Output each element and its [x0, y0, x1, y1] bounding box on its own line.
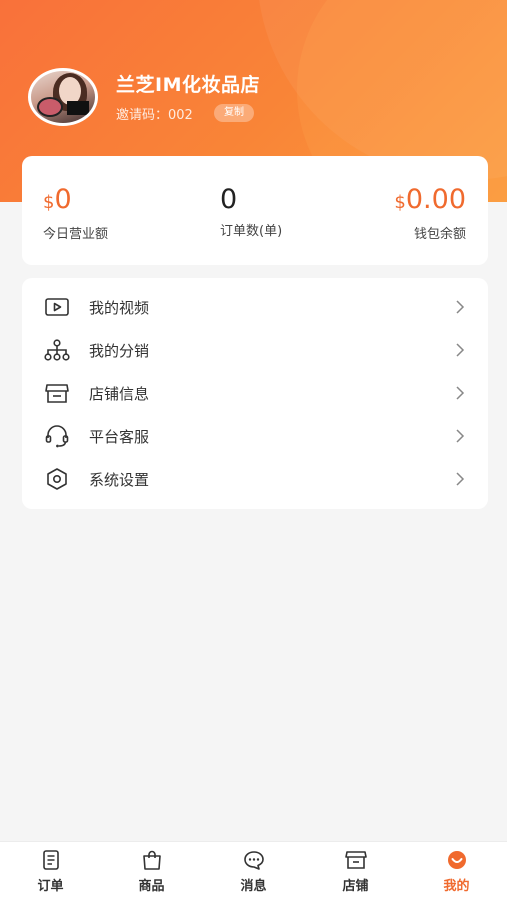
stat-label: 今日营业额 [43, 227, 109, 242]
menu-item-distribution[interactable]: 我的分销 [22, 329, 488, 371]
tab-label: 商品 [138, 879, 165, 894]
menu-item-label: 系统设置 [89, 471, 150, 489]
chevron-right-icon [456, 429, 465, 443]
tab-store[interactable]: 店铺 [305, 842, 406, 901]
stat-order-count[interactable]: 0 订单数(单) [220, 184, 282, 239]
stat-value: 0 [220, 184, 238, 215]
stats-card: $0 今日营业额 0 订单数(单) $0.00 钱包余额 [22, 156, 488, 265]
avatar-image [31, 71, 95, 123]
menu-item-videos[interactable]: 我的视频 [22, 286, 488, 328]
video-icon [45, 298, 69, 316]
stat-today-revenue[interactable]: $0 今日营业额 [43, 184, 108, 242]
settings-icon [47, 468, 67, 490]
shop-name: 兰芝IM化妆品店 [116, 74, 260, 96]
headset-icon [45, 425, 69, 448]
tab-label: 消息 [240, 879, 267, 894]
tab-products[interactable]: 商品 [101, 842, 202, 901]
order-icon [42, 850, 59, 870]
menu-item-label: 我的分销 [89, 342, 150, 360]
invite-code: 邀请码：002 [116, 108, 193, 123]
menu-item-store-info[interactable]: 店铺信息 [22, 372, 488, 414]
menu-item-settings[interactable]: 系统设置 [22, 458, 488, 500]
bag-icon [142, 850, 161, 870]
profile-icon [447, 851, 466, 869]
message-icon [243, 851, 264, 870]
chevron-right-icon [456, 300, 465, 314]
store-icon [45, 384, 69, 403]
menu-card: 我的视频 我的分销 店铺信息 平台客服 系统设置 [22, 278, 488, 509]
tab-label: 订单 [37, 879, 64, 894]
tab-label: 店铺 [342, 879, 369, 894]
tab-messages[interactable]: 消息 [203, 842, 304, 901]
stat-wallet-balance[interactable]: $0.00 钱包余额 [394, 184, 466, 242]
avatar[interactable] [28, 68, 98, 126]
chevron-right-icon [456, 343, 465, 357]
distribution-icon [44, 339, 70, 361]
bottom-tab-bar: 订单 商品 消息 店铺 我的 [0, 841, 507, 901]
stat-label: 订单数(单) [220, 224, 283, 239]
menu-item-label: 店铺信息 [89, 385, 150, 403]
stat-value: $0 [43, 184, 72, 215]
menu-item-label: 我的视频 [89, 299, 150, 317]
stat-label: 钱包余额 [413, 227, 466, 242]
chevron-right-icon [456, 472, 465, 486]
stat-value: $0.00 [394, 184, 466, 215]
menu-item-customer-service[interactable]: 平台客服 [22, 415, 488, 457]
tab-orders[interactable]: 订单 [0, 842, 101, 901]
chevron-right-icon [456, 386, 465, 400]
menu-item-label: 平台客服 [89, 428, 150, 446]
copy-button[interactable]: 复制 [214, 104, 254, 122]
tab-label: 我的 [443, 879, 470, 894]
store-icon [344, 851, 367, 869]
tab-profile[interactable]: 我的 [406, 842, 507, 901]
